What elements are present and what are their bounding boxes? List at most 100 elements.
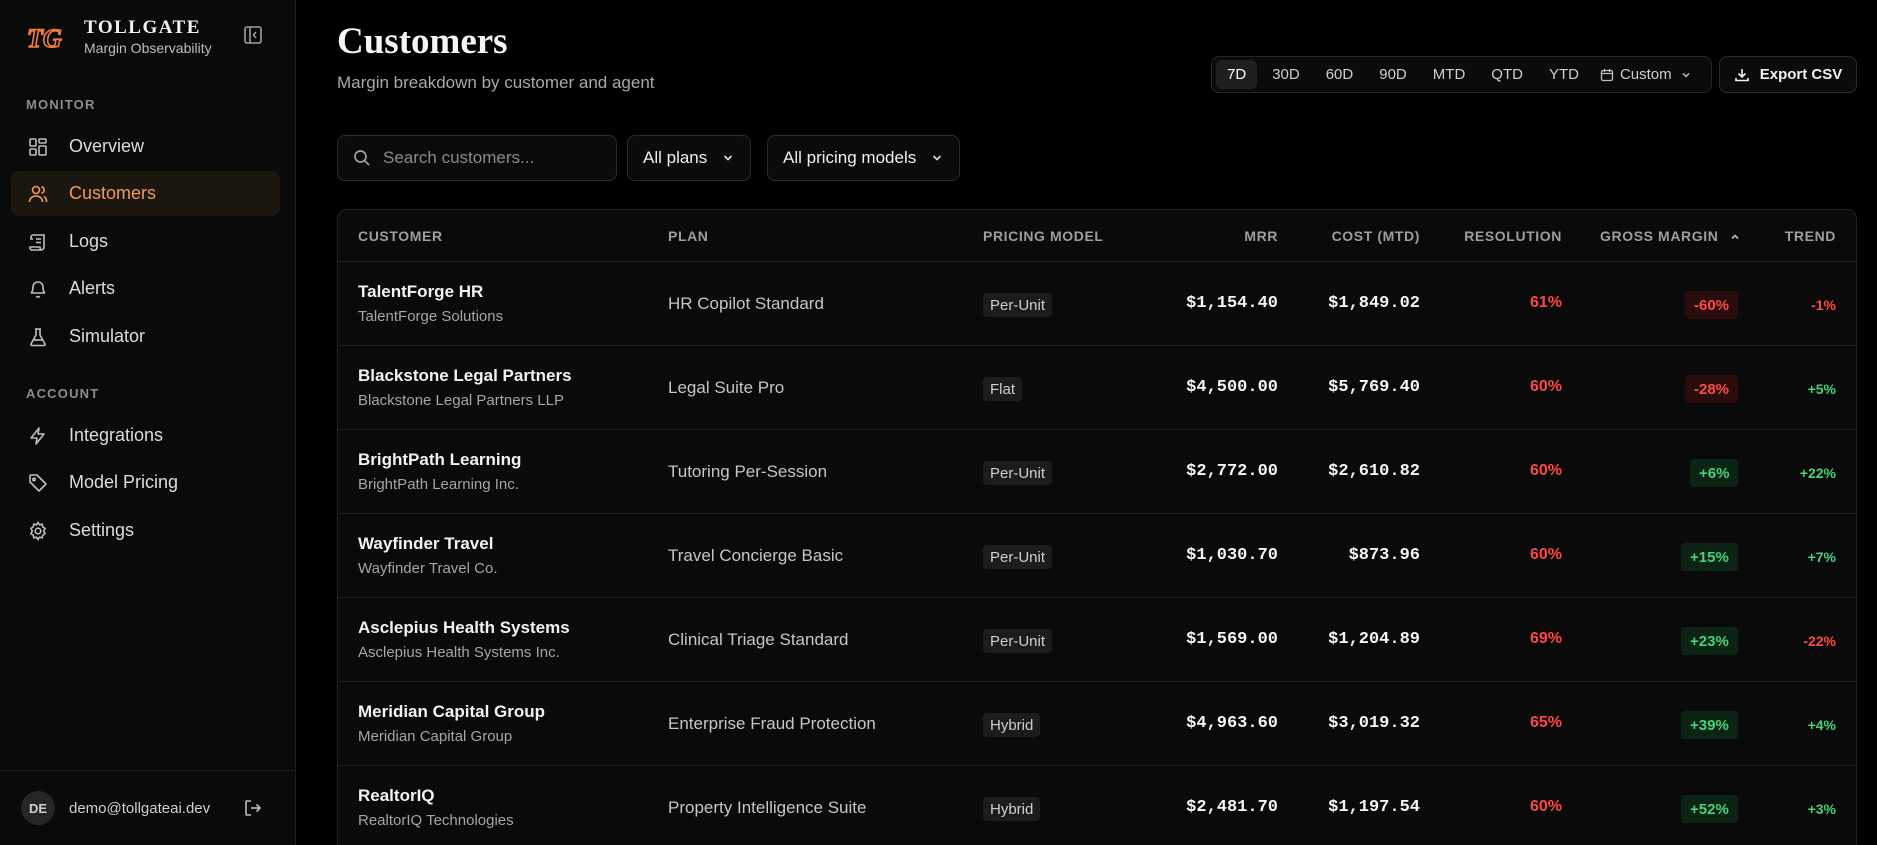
table-row[interactable]: BrightPath Learning BrightPath Learning I… <box>338 430 1856 514</box>
grid-icon <box>27 136 49 158</box>
resolution-value: 60% <box>1529 546 1562 563</box>
table-row[interactable]: Wayfinder Travel Wayfinder Travel Co. Trav… <box>338 514 1856 598</box>
plan-name: Travel Concierge Basic <box>668 546 844 565</box>
column-header-gross-margin[interactable]: GROSS MARGIN <box>1600 228 1741 244</box>
resolution-value: 60% <box>1529 462 1562 479</box>
cost-value: $873.96 <box>1348 546 1420 565</box>
range-custom-button[interactable]: Custom <box>1594 60 1703 89</box>
trend-value: +3% <box>1807 801 1836 817</box>
table-row[interactable]: Meridian Capital Group Meridian Capital G… <box>338 682 1856 766</box>
column-header-customer[interactable]: CUSTOMER <box>358 228 443 244</box>
nav-item-settings[interactable]: Settings <box>11 508 280 553</box>
customer-company: TalentForge Solutions <box>358 308 504 325</box>
collapse-sidebar-button[interactable] <box>242 24 264 46</box>
resolution-value: 60% <box>1529 798 1562 815</box>
gross-margin-header-label: GROSS MARGIN <box>1600 228 1719 244</box>
search-icon <box>354 150 370 166</box>
pricing-model-badge: Flat <box>983 377 1023 401</box>
customer-name[interactable]: Meridian Capital Group <box>358 702 545 722</box>
tollgate-logo: TG <box>26 23 62 53</box>
nav-label: Logs <box>69 231 109 251</box>
mrr-value: $1,030.70 <box>1186 546 1278 565</box>
gross-margin-badge: -28% <box>1685 375 1739 403</box>
range-qtd-button[interactable]: QTD <box>1480 60 1534 89</box>
customer-name[interactable]: BrightPath Learning <box>358 450 521 470</box>
table-row[interactable]: Blackstone Legal Partners Blackstone Lega… <box>338 346 1856 430</box>
cost-value: $5,769.40 <box>1328 378 1420 397</box>
page-subtitle: Margin breakdown by customer and agent <box>337 73 655 92</box>
customer-name[interactable]: Blackstone Legal Partners <box>358 366 572 386</box>
customer-name[interactable]: TalentForge HR <box>358 282 483 302</box>
table-row[interactable]: TalentForge HR TalentForge Solutions HR Co… <box>338 262 1856 346</box>
bolt-icon <box>27 425 49 447</box>
trend-value: -1% <box>1811 297 1836 313</box>
trend-value: +22% <box>1799 465 1836 481</box>
pricing-model-badge: Hybrid <box>983 713 1041 737</box>
date-range-selector: 7D 30D 60D 90D MTD QTD YTD Custom <box>1211 56 1712 93</box>
scroll-icon <box>27 231 49 253</box>
nav-item-simulator[interactable]: Simulator <box>11 314 280 359</box>
nav-item-model-pricing[interactable]: Model Pricing <box>11 460 280 505</box>
nav-label: Customers <box>69 183 157 203</box>
pricing-model-badge: Per-Unit <box>983 545 1053 569</box>
column-header-resolution[interactable]: RESOLUTION <box>1440 228 1562 244</box>
nav-item-customers[interactable]: Customers <box>11 171 280 216</box>
column-header-mrr[interactable]: MRR <box>1178 228 1278 244</box>
logout-button[interactable] <box>243 798 263 818</box>
cost-value: $3,019.32 <box>1328 714 1420 733</box>
range-mtd-button[interactable]: MTD <box>1422 60 1477 89</box>
trend-value: +5% <box>1807 381 1836 397</box>
customer-name[interactable]: Asclepius Health Systems <box>358 618 570 638</box>
cost-value: $1,849.02 <box>1328 294 1420 313</box>
nav-label: Simulator <box>69 326 146 346</box>
chevron-down-icon <box>724 155 733 161</box>
brand[interactable]: TG TOLLGATE Margin Observability <box>26 18 211 57</box>
range-90d-button[interactable]: 90D <box>1368 60 1418 89</box>
nav-item-integrations[interactable]: Integrations <box>11 413 280 458</box>
range-30d-button[interactable]: 30D <box>1261 60 1311 89</box>
sort-ascending-icon <box>1731 234 1739 240</box>
search-input[interactable] <box>383 148 603 168</box>
range-ytd-button[interactable]: YTD <box>1538 60 1590 89</box>
plan-name: Enterprise Fraud Protection <box>668 714 876 733</box>
pricing-model-filter-dropdown[interactable]: All pricing models <box>767 135 961 181</box>
download-icon <box>1734 68 1749 81</box>
custom-range-label: Custom <box>1619 66 1672 83</box>
logout-icon <box>245 800 262 816</box>
nav-item-alerts[interactable]: Alerts <box>11 266 280 311</box>
customer-company: Wayfinder Travel Co. <box>358 560 498 577</box>
table-row[interactable]: Asclepius Health Systems Asclepius Health… <box>338 598 1856 682</box>
trend-value: +4% <box>1807 717 1836 733</box>
customer-name[interactable]: Wayfinder Travel <box>358 534 493 554</box>
flask-icon <box>27 326 49 348</box>
nav-item-logs[interactable]: Logs <box>11 219 280 264</box>
range-7d-button[interactable]: 7D <box>1216 60 1258 89</box>
column-header-trend[interactable]: TREND <box>1756 228 1836 244</box>
user-email: demo@tollgateai.dev <box>69 799 211 817</box>
resolution-value: 61% <box>1529 294 1562 311</box>
column-header-pricing-model[interactable]: PRICING MODEL <box>983 228 1104 244</box>
mrr-value: $2,481.70 <box>1186 798 1278 817</box>
range-60d-button[interactable]: 60D <box>1315 60 1365 89</box>
avatar[interactable]: DE <box>21 791 55 825</box>
cost-value: $2,610.82 <box>1328 462 1420 481</box>
customer-company: BrightPath Learning Inc. <box>358 476 519 493</box>
customer-name[interactable]: RealtorIQ <box>358 786 435 806</box>
users-icon <box>27 183 49 205</box>
gear-icon <box>27 520 49 542</box>
plan-filter-dropdown[interactable]: All plans <box>627 135 752 181</box>
customers-table: CUSTOMER PLAN PRICING MODEL MRR COST (MT… <box>337 209 1857 845</box>
nav-item-overview[interactable]: Overview <box>11 124 280 169</box>
gross-margin-badge: +39% <box>1681 711 1738 739</box>
nav-label: Settings <box>69 520 135 540</box>
bell-icon <box>27 278 49 300</box>
pricing-model-badge: Per-Unit <box>983 293 1053 317</box>
sidebar-collapse-icon <box>244 26 262 44</box>
export-csv-button[interactable]: Export CSV <box>1719 56 1857 93</box>
column-header-plan[interactable]: PLAN <box>668 228 709 244</box>
column-header-cost[interactable]: COST (MTD) <box>1300 228 1420 244</box>
pricing-model-badge: Per-Unit <box>983 461 1053 485</box>
mrr-value: $2,772.00 <box>1186 462 1278 481</box>
table-row[interactable]: RealtorIQ RealtorIQ Technologies Property … <box>338 766 1856 845</box>
plan-name: Tutoring Per-Session <box>668 462 828 481</box>
